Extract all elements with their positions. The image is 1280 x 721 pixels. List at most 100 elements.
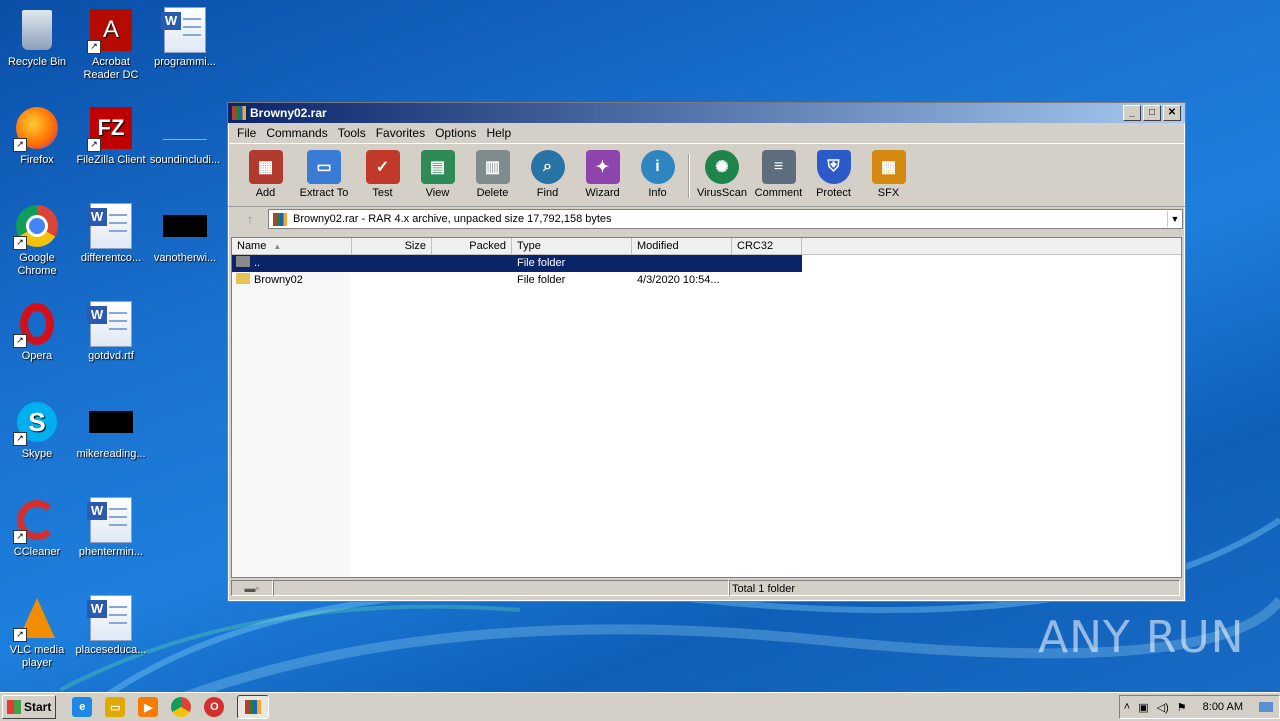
path-bar: ↑ Browny02.rar - RAR 4.x archive, unpack… <box>228 207 1185 231</box>
desktop-icon-vlc[interactable]: ↗ VLC media player <box>0 596 74 670</box>
menu-favorites[interactable]: Favorites <box>371 126 430 140</box>
column-modified[interactable]: Modified <box>632 238 732 254</box>
archive-path-dropdown[interactable]: Browny02.rar - RAR 4.x archive, unpacked… <box>268 209 1183 229</box>
extract-to-button[interactable]: ▭ Extract To <box>293 144 355 199</box>
status-bar: ▬◦ Total 1 folder <box>231 580 1180 598</box>
desktop-icon-opera[interactable]: ↗ Opera <box>0 302 74 363</box>
desktop-icon-recycle-bin[interactable]: Recycle Bin <box>0 8 74 69</box>
black-file-icon <box>163 204 207 248</box>
minimize-button[interactable]: _ <box>1123 105 1141 121</box>
folder-icon <box>236 273 250 284</box>
taskbar-media-player-icon[interactable]: ▶ <box>138 697 159 717</box>
table-row-browny02[interactable]: Browny02 File folder 4/3/2020 10:54... <box>232 272 802 289</box>
taskbar-chrome-icon[interactable] <box>171 697 192 717</box>
desktop-icon-differentco[interactable]: W differentco... <box>74 203 148 265</box>
word-doc-icon: W <box>87 497 133 543</box>
clock[interactable]: 8:00 AM <box>1203 701 1243 713</box>
desktop-icon-firefox[interactable]: ↗ Firefox <box>0 106 74 167</box>
maximize-button[interactable]: □ <box>1143 105 1161 121</box>
toolbar: ▦ Add ▭ Extract To ✓ Test ▤ View ▥ Delete ⌕ Fi… <box>228 143 1185 207</box>
test-button[interactable]: ✓ Test <box>355 144 410 199</box>
desktop-icon-placeseduca[interactable]: W placeseduca... <box>74 595 148 657</box>
archive-path-text: Browny02.rar - RAR 4.x archive, unpacked… <box>293 213 612 225</box>
firefox-icon: ↗ <box>13 106 59 152</box>
toolbar-separator <box>688 154 690 198</box>
add-button[interactable]: ▦ Add <box>238 144 293 199</box>
show-desktop-icon[interactable] <box>1259 702 1273 712</box>
taskbar-winrar-icon[interactable] <box>237 695 270 719</box>
desktop-icon-ccleaner[interactable]: ↗ CCleaner <box>0 498 74 559</box>
taskbar-explorer-icon[interactable]: ▭ <box>105 697 126 717</box>
sort-ascending-icon: ▲ <box>273 242 282 251</box>
desktop-icon-programmi[interactable]: W programmi... <box>148 7 222 69</box>
delete-button[interactable]: ▥ Delete <box>465 144 520 199</box>
status-text: Total 1 folder <box>729 580 1180 596</box>
tray-expand-icon[interactable]: ˄ <box>1124 701 1130 713</box>
desktop-icon-skype[interactable]: S ↗ Skype <box>0 400 74 461</box>
comment-button[interactable]: ≡ Comment <box>751 144 806 199</box>
desktop-icon-soundincludi[interactable]: soundincludi... <box>148 106 222 167</box>
desktop-icon-phentermin[interactable]: W phentermin... <box>74 497 148 559</box>
sfx-box-icon: ▦ <box>871 150 906 184</box>
desktop-icon-vanotherwi[interactable]: vanotherwi... <box>148 204 222 265</box>
row-modified-cell <box>637 255 732 272</box>
taskbar-ie-icon[interactable]: e <box>72 697 93 717</box>
magnifier-icon: ⌕ <box>530 150 565 184</box>
virusscan-button[interactable]: ✺ VirusScan <box>693 144 751 199</box>
black-file-icon <box>89 400 133 444</box>
window-title: Browny02.rar <box>250 106 327 120</box>
system-tray: ˄ ▣ ◁) ⚑ 8:00 AM <box>1118 695 1280 719</box>
start-button[interactable]: Start <box>2 695 57 719</box>
view-book-icon: ▤ <box>420 150 455 184</box>
row-type-cell: File folder <box>517 257 566 269</box>
menu-bar: File Commands Tools Favorites Options He… <box>228 123 1185 143</box>
view-button[interactable]: ▤ View <box>410 144 465 199</box>
menu-commands[interactable]: Commands <box>261 126 332 140</box>
info-icon: i <box>640 150 675 184</box>
column-header: Name ▲ Size Packed Type Modified CRC32 <box>232 238 1181 255</box>
column-packed[interactable]: Packed <box>432 238 512 254</box>
extract-folder-icon: ▭ <box>307 150 341 184</box>
chevron-down-icon[interactable]: ▼ <box>1167 211 1182 227</box>
close-button[interactable]: ✕ <box>1163 105 1181 121</box>
info-button[interactable]: i Info <box>630 144 685 199</box>
column-size[interactable]: Size <box>352 238 432 254</box>
word-doc-icon: W <box>87 203 133 249</box>
table-row-parent[interactable]: .. File folder <box>232 255 802 272</box>
sfx-button[interactable]: ▦ SFX <box>861 144 916 199</box>
action-center-flag-icon[interactable]: ⚑ <box>1177 701 1187 714</box>
taskbar-opera-icon[interactable]: O <box>204 697 225 717</box>
protect-button[interactable]: ⛨ Protect <box>806 144 861 199</box>
wizard-button[interactable]: ✦ Wizard <box>575 144 630 199</box>
chrome-icon: ↗ <box>13 204 59 250</box>
row-name-cell: Browny02 <box>236 272 348 289</box>
word-doc-icon: W <box>161 7 207 53</box>
rar-archive-icon <box>273 212 287 226</box>
desktop-icon-mikereading[interactable]: mikereading... <box>74 400 148 461</box>
menu-options[interactable]: Options <box>430 126 481 140</box>
parent-folder-icon <box>236 256 250 267</box>
desktop-icon-filezilla[interactable]: FZ ↗ FileZilla Client <box>74 106 148 167</box>
up-arrow-icon[interactable]: ↑ <box>232 209 268 229</box>
column-type[interactable]: Type <box>512 238 632 254</box>
desktop-icon-chrome[interactable]: ↗ Google Chrome <box>0 204 74 278</box>
wand-icon: ✦ <box>585 150 620 184</box>
desktop-icon-gotdvd[interactable]: W gotdvd.rtf <box>74 301 148 363</box>
file-list[interactable]: Name ▲ Size Packed Type Modified CRC32 .… <box>231 237 1182 578</box>
network-icon[interactable]: ▣ <box>1138 701 1148 714</box>
row-name-cell: .. <box>236 255 348 272</box>
volume-icon[interactable]: ◁) <box>1157 701 1169 714</box>
column-crc32[interactable]: CRC32 <box>732 238 802 254</box>
menu-file[interactable]: File <box>232 126 261 140</box>
menu-help[interactable]: Help <box>481 126 516 140</box>
menu-tools[interactable]: Tools <box>333 126 371 140</box>
find-button[interactable]: ⌕ Find <box>520 144 575 199</box>
acrobat-icon: A ↗ <box>87 8 133 54</box>
desktop-icon-acrobat[interactable]: A ↗ Acrobat Reader DC <box>74 8 148 82</box>
opera-icon: ↗ <box>13 302 59 348</box>
vlc-icon: ↗ <box>13 596 59 642</box>
winrar-icon <box>232 106 246 120</box>
recycle-bin-icon <box>15 8 59 52</box>
window-titlebar[interactable]: Browny02.rar _ □ ✕ <box>228 103 1185 123</box>
column-name[interactable]: Name ▲ <box>232 238 352 254</box>
